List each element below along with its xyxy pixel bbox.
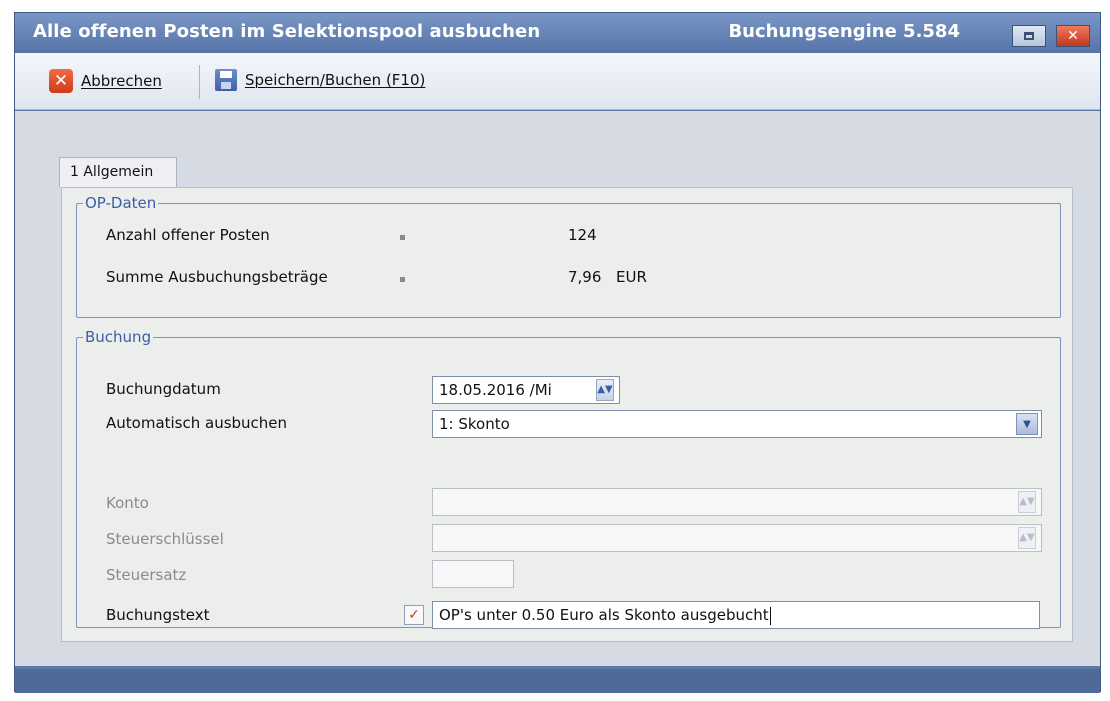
- buchung-legend: Buchung: [85, 328, 152, 346]
- engine-version: Buchungsengine 5.584: [728, 21, 960, 42]
- summe-currency: EUR: [616, 268, 647, 286]
- cancel-button[interactable]: ✕ Abbrechen: [49, 69, 162, 93]
- tab-panel: OP-Daten Anzahl offener Posten 124 Summe…: [61, 187, 1073, 642]
- spinner-icon: ▲▼: [597, 384, 613, 395]
- save-icon: [215, 69, 237, 91]
- konto-spinner[interactable]: ▲▼: [1018, 491, 1036, 513]
- toolbar: ✕ Abbrechen Speichern/Buchen (F10): [15, 53, 1100, 110]
- restore-icon: [1024, 32, 1034, 40]
- steuerschluessel-field[interactable]: [432, 524, 1042, 552]
- buchungdatum-label: Buchungdatum: [106, 380, 221, 398]
- date-spinner[interactable]: ▲▼: [596, 379, 614, 401]
- steuerschluessel-label: Steuerschlüssel: [106, 530, 224, 548]
- dropdown-button[interactable]: ▼: [1016, 413, 1038, 435]
- steuersatz-label: Steuersatz: [106, 566, 187, 584]
- summe-label: Summe Ausbuchungsbeträge: [106, 268, 328, 286]
- restore-button[interactable]: [1012, 25, 1046, 47]
- summe-value: 7,96: [568, 268, 602, 286]
- dialog-window: Alle offenen Posten im Selektionspool au…: [14, 12, 1101, 693]
- cancel-button-label: Abbrechen: [81, 72, 162, 90]
- close-icon: ✕: [1067, 28, 1079, 44]
- auto-ausbuchen-label: Automatisch ausbuchen: [106, 414, 288, 432]
- window-title: Alle offenen Posten im Selektionspool au…: [33, 21, 541, 42]
- steuerschluessel-spinner[interactable]: ▲▼: [1018, 527, 1036, 549]
- close-window-button[interactable]: ✕: [1056, 25, 1090, 47]
- checkmark-icon[interactable]: ✓: [404, 605, 424, 625]
- steuersatz-field[interactable]: [432, 560, 514, 588]
- cancel-icon: ✕: [49, 69, 73, 93]
- anzahl-bullet: [400, 235, 405, 240]
- chevron-down-icon: ▼: [1023, 418, 1031, 430]
- op-daten-group: OP-Daten: [76, 194, 1061, 318]
- save-button-label: Speichern/Buchen (F10): [245, 71, 426, 89]
- text-caret: [769, 606, 771, 625]
- tab-allgemein[interactable]: 1 Allgemein: [59, 157, 177, 187]
- anzahl-value: 124: [568, 226, 597, 244]
- buchungdatum-field[interactable]: 18.05.2016 /Mi: [432, 376, 620, 404]
- auto-ausbuchen-select[interactable]: 1: Skonto: [432, 410, 1042, 438]
- op-daten-legend: OP-Daten: [85, 194, 157, 212]
- toolbar-separator: [199, 65, 200, 99]
- anzahl-label: Anzahl offener Posten: [106, 226, 270, 244]
- dialog-content: 1 Allgemein OP-Daten Anzahl offener Post…: [15, 111, 1100, 666]
- konto-label: Konto: [106, 494, 149, 512]
- buchungstext-field[interactable]: OP's unter 0.50 Euro als Skonto ausgebuc…: [432, 601, 1040, 629]
- title-bar: Alle offenen Posten im Selektionspool au…: [15, 13, 1100, 53]
- konto-field[interactable]: [432, 488, 1042, 516]
- save-book-button[interactable]: Speichern/Buchen (F10): [215, 69, 425, 91]
- summe-bullet: [400, 277, 405, 282]
- spinner-icon: ▲▼: [1019, 496, 1035, 507]
- status-bar: [15, 669, 1100, 693]
- buchungstext-value: OP's unter 0.50 Euro als Skonto ausgebuc…: [439, 606, 769, 624]
- buchung-group: Buchung: [76, 328, 1061, 628]
- spinner-icon: ▲▼: [1019, 532, 1035, 543]
- buchungstext-label: Buchungstext: [106, 606, 210, 624]
